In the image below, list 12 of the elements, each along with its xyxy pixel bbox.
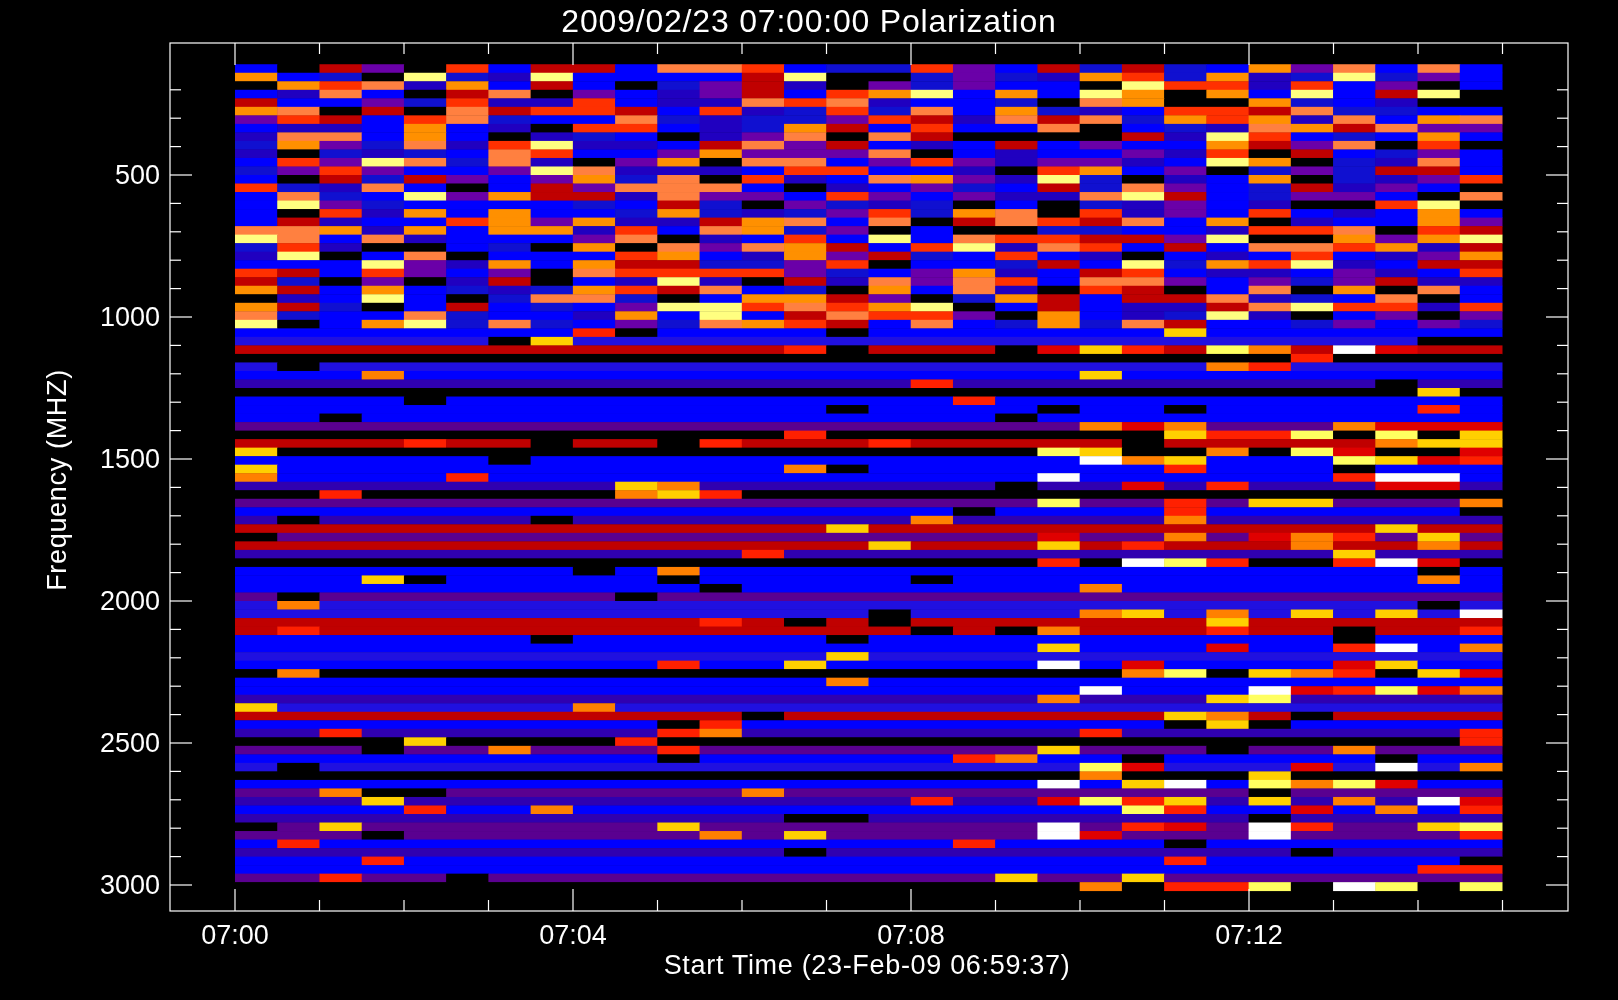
y-tick-label: 500 — [113, 160, 160, 190]
y-tick-label: 2500 — [98, 728, 160, 758]
y-tick-label: 2000 — [98, 586, 160, 616]
x-tick-label: 07:08 — [877, 920, 945, 950]
x-tick-label: 07:12 — [1215, 920, 1283, 950]
x-axis-label: Start Time (23-Feb-09 06:59:37) — [663, 950, 1071, 980]
x-tick-label: 07:00 — [201, 920, 269, 950]
y-tick-label: 1000 — [98, 302, 160, 332]
y-axis-label: Frequency (MHZ) — [42, 369, 72, 591]
x-tick-label: 07:04 — [539, 920, 607, 950]
plot-title: 2009/02/23 07:00:00 Polarization — [560, 2, 1058, 40]
y-tick-label: 3000 — [98, 870, 160, 900]
